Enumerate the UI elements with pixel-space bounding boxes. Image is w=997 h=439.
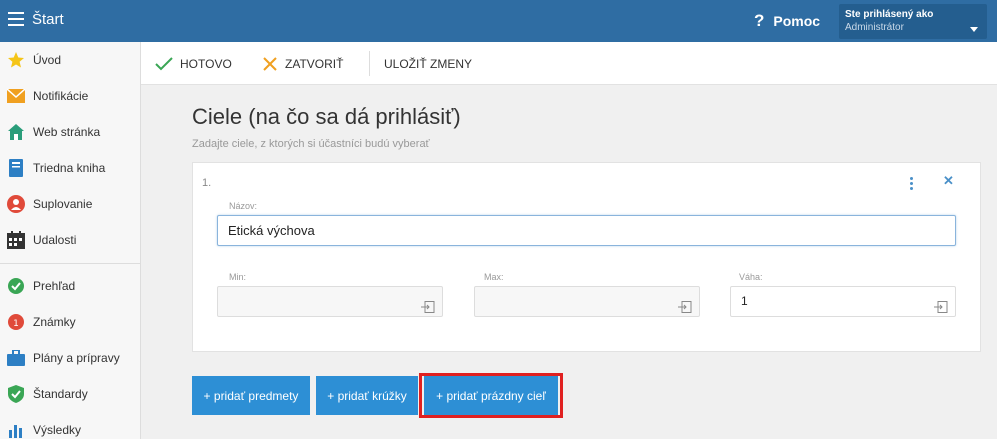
toolbar-divider — [369, 51, 370, 76]
caret-down-icon — [970, 27, 978, 32]
goal-number: 1. — [202, 177, 212, 189]
weight-input[interactable]: 1 — [730, 286, 956, 317]
add-subjects-button[interactable]: + pridať predmety — [192, 376, 310, 415]
sidebar-item-plany[interactable]: Plány a prípravy — [0, 340, 140, 376]
sidebar-item-uvod[interactable]: Úvod — [0, 42, 140, 78]
page-title: Ciele (na čo sa dá prihlásiť) — [192, 104, 461, 129]
sidebar-item-triedna-kniha[interactable]: Triedna kniha — [0, 150, 140, 186]
sidebar-item-label: Úvod — [33, 53, 62, 67]
sidebar-item-prehlad[interactable]: Prehľad — [0, 268, 140, 304]
toolbar: HOTOVO ZATVORIŤ ULOŽIŤ ZMENY — [141, 42, 997, 85]
sidebar-item-standardy[interactable]: Štandardy — [0, 376, 140, 412]
done-label: HOTOVO — [180, 56, 232, 71]
input-arrow-icon — [678, 295, 692, 324]
min-label: Min: — [229, 272, 247, 282]
briefcase-icon — [7, 349, 25, 367]
close-icon — [262, 56, 278, 72]
page-subtitle: Zadajte ciele, z ktorých si účastníci bu… — [192, 138, 430, 150]
goal-card: 1. ✕ Názov: Etická výchova Min: Max: Váh… — [192, 162, 981, 352]
close-label: ZATVORIŤ — [285, 56, 344, 71]
svg-text:1: 1 — [13, 319, 19, 329]
done-button[interactable]: HOTOVO — [155, 42, 232, 85]
sidebar-divider — [0, 263, 140, 264]
min-input[interactable] — [217, 286, 443, 317]
grade-icon: 1 — [7, 313, 25, 331]
sidebar-item-label: Web stránka — [33, 125, 101, 139]
calendar-icon — [7, 231, 25, 249]
input-arrow-icon — [421, 295, 435, 324]
envelope-icon — [7, 87, 25, 105]
sidebar-item-label: Plány a prípravy — [33, 351, 120, 365]
book-icon — [7, 159, 25, 177]
weight-value: 1 — [741, 294, 748, 308]
top-bar: Štart ? Pomoc Ste prihlásený ako Adminis… — [0, 0, 997, 42]
user-role: Administrátor — [845, 22, 904, 33]
sidebar-item-label: Štandardy — [33, 387, 88, 401]
sidebar-item-web-stranka[interactable]: Web stránka — [0, 114, 140, 150]
sidebar-item-suplovanie[interactable]: Suplovanie — [0, 186, 140, 222]
question-icon: ? — [754, 11, 765, 30]
check-circle-icon — [7, 277, 25, 295]
input-arrow-icon — [934, 295, 948, 324]
name-input[interactable]: Etická výchova — [217, 215, 956, 246]
save-changes-button[interactable]: ULOŽIŤ ZMENY — [384, 42, 472, 85]
hamburger-menu-icon[interactable] — [8, 12, 24, 26]
sidebar-item-notifikacie[interactable]: Notifikácie — [0, 78, 140, 114]
sidebar-item-znamky[interactable]: 1 Známky — [0, 304, 140, 340]
sidebar-item-label: Udalosti — [33, 233, 77, 247]
highlight-box — [419, 373, 563, 418]
sidebar-item-udalosti[interactable]: Udalosti — [0, 222, 140, 258]
sidebar-item-label: Výsledky — [33, 423, 82, 437]
person-icon — [7, 195, 25, 213]
star-icon — [7, 51, 25, 69]
app-title[interactable]: Štart — [32, 11, 64, 28]
user-label: Ste prihlásený ako — [845, 9, 934, 20]
sidebar-item-label: Známky — [33, 315, 76, 329]
max-input[interactable] — [474, 286, 700, 317]
shield-icon — [7, 385, 25, 403]
help-label: Pomoc — [773, 13, 821, 29]
remove-goal-icon[interactable]: ✕ — [943, 173, 954, 189]
more-vertical-icon[interactable] — [910, 177, 913, 190]
sidebar-item-label: Triedna kniha — [33, 161, 106, 175]
user-dropdown[interactable]: Ste prihlásený ako Administrátor — [839, 4, 987, 39]
home-icon — [7, 123, 25, 141]
sidebar-item-label: Prehľad — [33, 279, 76, 293]
sidebar: Úvod Notifikácie Web stránka Triedna kni… — [0, 42, 141, 439]
sidebar-item-label: Notifikácie — [33, 89, 89, 103]
check-icon — [155, 56, 173, 71]
sidebar-item-label: Suplovanie — [33, 197, 93, 211]
help-button[interactable]: ? Pomoc — [754, 11, 820, 31]
sidebar-item-vysledky[interactable]: Výsledky — [0, 412, 140, 439]
name-label: Názov: — [229, 201, 258, 211]
max-label: Max: — [484, 272, 504, 282]
add-clubs-button[interactable]: + pridať krúžky — [316, 376, 418, 415]
close-button[interactable]: ZATVORIŤ — [262, 42, 343, 85]
weight-label: Váha: — [739, 272, 763, 282]
bar-chart-icon — [7, 421, 25, 439]
